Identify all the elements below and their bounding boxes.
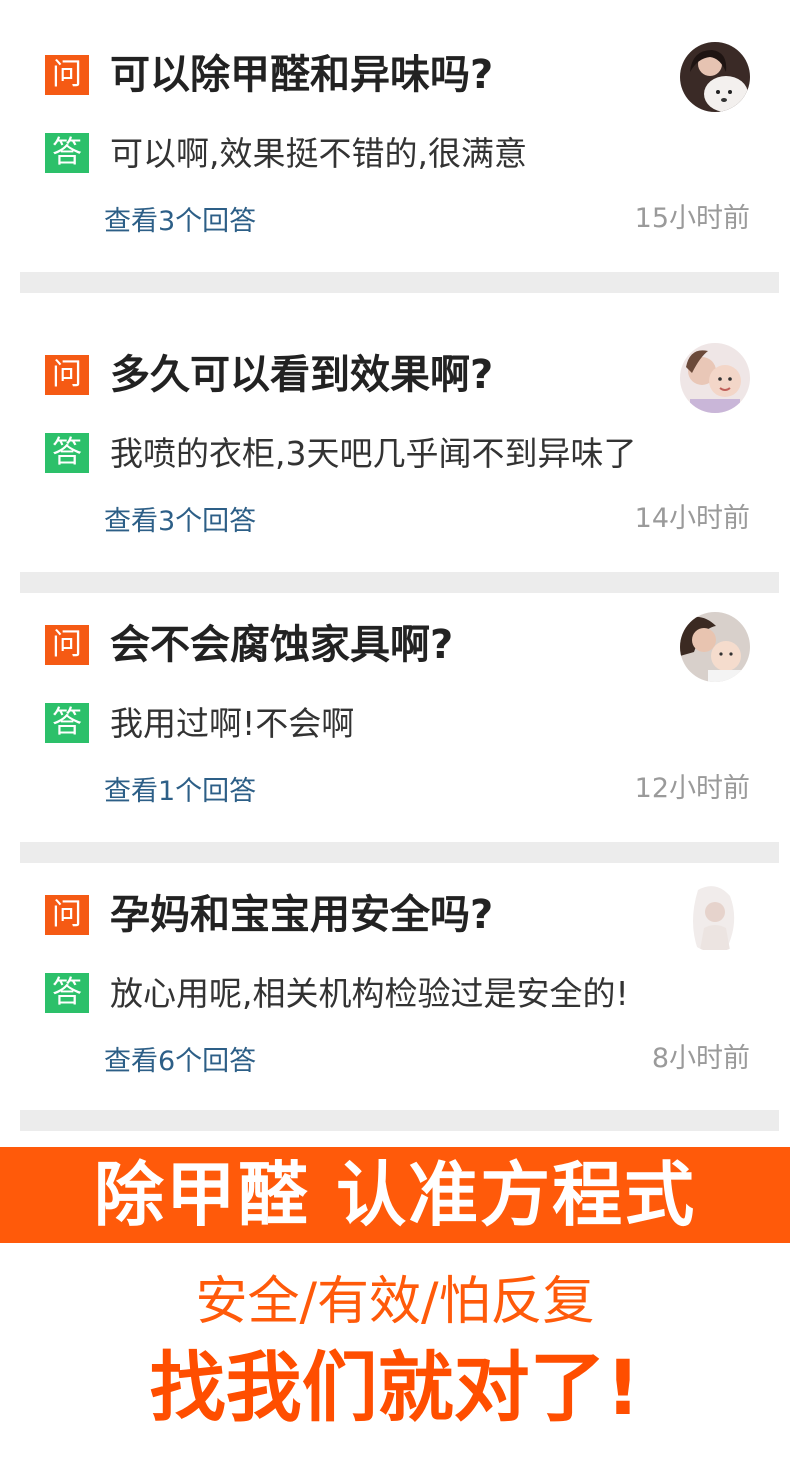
question-text: 会不会腐蚀家具啊? (110, 622, 454, 668)
timestamp: 8小时前 (651, 1043, 750, 1074)
answer-badge: 答 (45, 133, 89, 173)
answer-badge: 答 (45, 973, 89, 1013)
answer-badge: 答 (45, 433, 89, 473)
woman-with-dog-avatar (680, 42, 750, 112)
mother-and-baby-avatar (680, 612, 750, 682)
question-text: 孕妈和宝宝用安全吗? (110, 892, 494, 938)
divider (20, 842, 779, 863)
question-badge: 问 (45, 625, 89, 665)
timestamp: 14小时前 (634, 503, 750, 534)
timestamp: 12小时前 (634, 773, 750, 804)
slogan-line-1: 安全/有效/怕反复 (195, 1272, 595, 1332)
view-answers-link[interactable]: 查看3个回答 (104, 505, 256, 539)
answer-text: 放心用呢,相关机构检验过是安全的! (110, 974, 629, 1013)
view-answers-link[interactable]: 查看6个回答 (104, 1045, 256, 1079)
answer-text: 可以啊,效果挺不错的,很满意 (110, 134, 527, 173)
question-badge: 问 (45, 55, 89, 95)
mother-and-child-avatar (680, 343, 750, 413)
answer-text: 我用过啊!不会啊 (110, 704, 355, 743)
view-answers-link[interactable]: 查看1个回答 (104, 775, 256, 809)
divider (20, 272, 779, 293)
bride-silhouette-avatar (680, 882, 750, 952)
question-badge: 问 (45, 355, 89, 395)
divider (20, 572, 779, 593)
promo-banner: 除甲醛 认准方程式 (0, 1147, 790, 1243)
timestamp: 15小时前 (634, 203, 750, 234)
answer-text: 我喷的衣柜,3天吧几乎闻不到异味了 (110, 434, 637, 473)
question-text: 多久可以看到效果啊? (110, 352, 494, 398)
question-text: 可以除甲醛和异味吗? (110, 52, 494, 98)
slogan-line-2: 找我们就对了! (149, 1343, 641, 1432)
question-badge: 问 (45, 895, 89, 935)
divider (20, 1110, 779, 1131)
view-answers-link[interactable]: 查看3个回答 (104, 205, 256, 239)
answer-badge: 答 (45, 703, 89, 743)
